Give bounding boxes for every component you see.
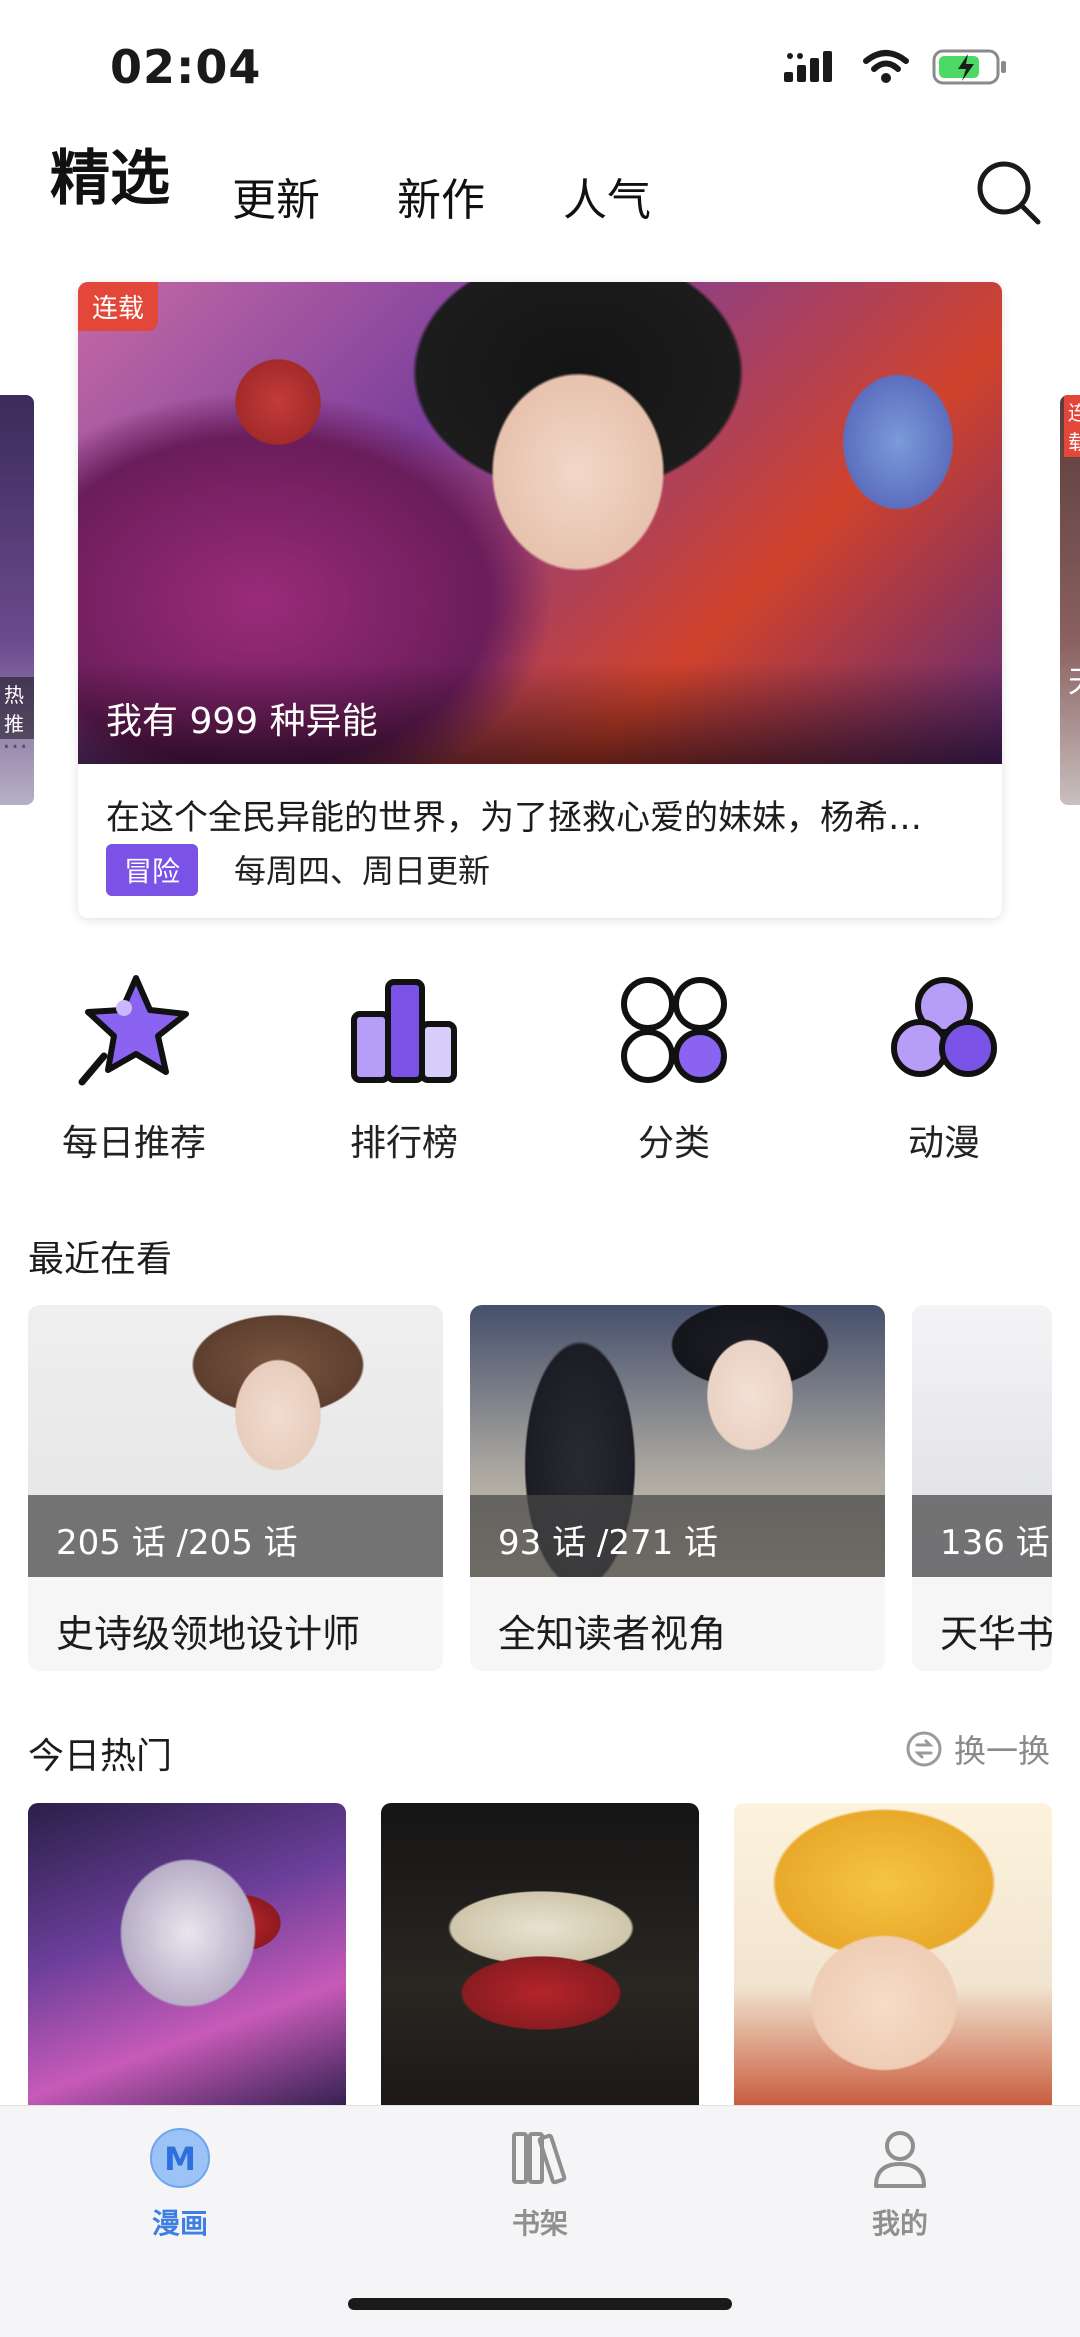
top-tab-bar: 精选 更新 新作 人气 — [0, 140, 1080, 250]
shortcut-label: 动漫 — [907, 1123, 980, 1164]
hot-section-title: 今日热门 — [28, 1736, 173, 1777]
shortcut-category[interactable]: 分类 — [574, 970, 774, 1166]
anime-circles-icon — [891, 977, 997, 1077]
refresh-label: 换一换 — [953, 1732, 1050, 1770]
battery-charging-icon — [932, 49, 1006, 85]
status-time: 02:04 — [110, 40, 262, 94]
tab-label: 书架 — [511, 2207, 568, 2240]
comic-m-icon: M — [150, 2128, 210, 2188]
tab-comics[interactable]: M 漫画 — [100, 2126, 260, 2242]
banner-description: 在这个全民异能的世界，为了拯救心爱的妹妹，杨希… — [106, 798, 922, 838]
hot-cover — [381, 1803, 699, 2108]
banner-title: 我有 999 种异能 — [106, 701, 378, 742]
tab-featured[interactable]: 精选 — [50, 130, 170, 217]
comic-title: 全知读者视角 — [498, 1612, 727, 1656]
svg-text:M: M — [164, 2140, 196, 2178]
recent-card[interactable]: 93 话 /271 话 全知读者视角 — [470, 1305, 885, 1671]
read-progress: 136 话 — [912, 1495, 1052, 1577]
tab-updates[interactable]: 更新 — [232, 164, 320, 228]
hot-comic-card[interactable] — [28, 1803, 346, 2108]
search-icon[interactable] — [974, 158, 1044, 228]
serial-badge: 连载 — [78, 282, 159, 331]
hot-comic-card[interactable] — [381, 1803, 699, 2108]
update-schedule: 每周四、周日更新 — [234, 852, 491, 890]
tab-profile[interactable]: 我的 — [820, 2126, 980, 2242]
wifi-icon — [863, 50, 909, 83]
home-indicator[interactable] — [348, 2298, 732, 2310]
profile-icon — [874, 2131, 926, 2188]
shortcut-ranking[interactable]: 排行榜 — [304, 970, 504, 1166]
shortcut-anime[interactable]: 动漫 — [844, 970, 1044, 1166]
banner-peek-title: 天 — [1068, 657, 1080, 701]
tab-bookshelf[interactable]: 书架 — [460, 2126, 620, 2242]
refresh-button[interactable]: 换一换 — [904, 1726, 1050, 1772]
status-bar: 02:04 — [0, 0, 1080, 140]
tab-label: 我的 — [871, 2207, 928, 2240]
refresh-icon — [906, 1731, 942, 1767]
bar-chart-icon — [351, 979, 457, 1083]
tab-new-works[interactable]: 新作 — [397, 164, 485, 228]
cellular-signal-icon — [784, 51, 832, 82]
category-grid-icon — [621, 977, 727, 1083]
hot-cover — [734, 1803, 1052, 2108]
shortcut-label: 排行榜 — [349, 1123, 458, 1164]
featured-banner-card[interactable]: 连载 我有 999 种异能 在这个全民异能的世界，为了拯救心爱的妹妹，杨希… 冒… — [78, 282, 1002, 918]
read-progress: 93 话 /271 话 — [470, 1495, 885, 1577]
bookshelf-icon — [512, 2132, 567, 2185]
comic-title: 天华书 — [940, 1612, 1052, 1656]
status-icons — [784, 48, 1008, 86]
shortcut-label: 每日推荐 — [61, 1123, 206, 1164]
banner-peek-next[interactable]: 连载 天 — [1060, 395, 1080, 805]
read-progress: 205 话 /205 话 — [28, 1495, 443, 1577]
genre-tag: 冒险 — [106, 844, 199, 896]
recent-card[interactable]: 136 话 天华书 — [912, 1305, 1052, 1671]
star-icon — [78, 975, 189, 1086]
recent-card[interactable]: 205 话 /205 话 史诗级领地设计师 — [28, 1305, 443, 1671]
shortcut-daily-recommend[interactable]: 每日推荐 — [34, 970, 234, 1166]
shortcut-label: 分类 — [637, 1123, 710, 1164]
comic-title: 史诗级领地设计师 — [56, 1612, 361, 1656]
tab-label: 漫画 — [151, 2207, 208, 2240]
tab-popular[interactable]: 人气 — [563, 164, 651, 228]
hot-cover — [28, 1803, 346, 2108]
banner-peek-tag: 连载 — [1064, 395, 1080, 457]
banner-peek-text: … — [2, 725, 28, 755]
recent-section-title: 最近在看 — [28, 1239, 173, 1280]
hot-comic-card[interactable] — [734, 1803, 1052, 2108]
